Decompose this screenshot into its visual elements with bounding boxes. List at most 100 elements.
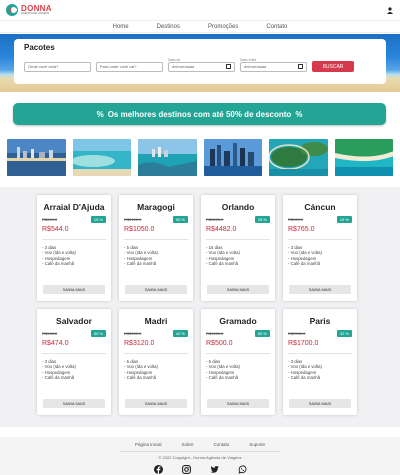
promo-text: Os melhores destinos com até 50% de desc… [107,109,292,119]
package-name: Cáncun [304,202,336,212]
feature-item: - Café da manhã [206,261,239,267]
saiba-mais-button[interactable]: SAIBA MAIS [289,285,351,294]
whatsapp-icon[interactable] [238,465,247,474]
discount-badge: 50 % [254,330,270,337]
divider [42,239,106,240]
user-icon[interactable] [386,6,394,14]
divider [124,239,188,240]
main-nav: Home Destinos Promoções Contato [0,20,400,33]
nav-contato[interactable]: Contato [252,21,301,32]
divider [206,353,270,354]
old-price: R$640.0 [42,217,58,222]
package-name: Orlando [221,202,255,212]
package-card[interactable]: Salvador R$948.0 50 % R$474.0 - 3 dias -… [37,309,111,415]
package-name: Madri [144,316,168,326]
package-price: R$500.0 [206,340,233,347]
feature-item: - Café da manhã [42,261,75,267]
origin-input[interactable]: Onde você está? [24,61,91,72]
package-card[interactable]: Maragogi R$2100.0 50 % R$1050.0 - 5 dias… [119,195,193,301]
discount-badge: 15 % [336,216,352,223]
top-header: DONNA AGÊNCIA DE VIAGENS [0,0,400,20]
discount-badge: 50 % [172,216,188,223]
hero-banner: Pacotes Onde você está? Para onde você v… [0,34,400,92]
twitter-icon[interactable] [209,465,219,474]
destination-input[interactable]: Para onde você vai? [96,61,163,72]
packages-section: Arraial D'Ajuda R$640.0 15 % R$544.0 - 3… [0,187,400,427]
old-price: R$5200.0 [124,331,142,336]
nav-promocoes[interactable]: Promoções [194,21,252,32]
old-price: R$948.0 [42,331,58,336]
package-price: R$544.0 [42,226,69,233]
footer-divider [120,451,280,452]
return-label: Data Volta [240,57,257,62]
saiba-mais-button[interactable]: SAIBA MAIS [207,285,269,294]
nav-home[interactable]: Home [99,21,143,32]
gallery-photo[interactable] [334,139,393,176]
package-card[interactable]: Paris R$2500.0 32 % R$1700.0 - 3 dias - … [283,309,357,415]
percent-icon: % [295,109,303,119]
feature-item: - Café da manhã [124,261,157,267]
old-price: R$2100.0 [124,217,142,222]
departure-date-input[interactable]: dd/mm/aaaa [168,61,235,72]
package-name: Maragogi [137,202,175,212]
divider [124,353,188,354]
saiba-mais-button[interactable]: SAIBA MAIS [43,399,105,408]
nav-destinos[interactable]: Destinos [143,21,194,32]
percent-icon: % [96,109,104,119]
instagram-icon[interactable] [181,465,191,474]
brand-logo[interactable]: DONNA AGÊNCIA DE VIAGENS [6,4,52,16]
calendar-icon[interactable] [226,64,231,69]
package-price: R$3120.0 [124,340,155,347]
gallery-photo[interactable] [7,139,66,176]
package-card[interactable]: Orlando R$6225.0 28 % R$4482.0 - 16 dias… [201,195,275,301]
package-price: R$474.0 [42,340,69,347]
search-title: Pacotes [24,43,55,52]
search-button[interactable]: BUSCAR [312,61,354,72]
site-footer: Página inicial Sobre Contato Suporte © 2… [0,437,400,475]
footer-link-home[interactable]: Página inicial [135,442,162,447]
package-card[interactable]: Gramado R$1000.0 50 % R$500.0 - 6 dias -… [201,309,275,415]
divider [42,353,106,354]
package-name: Salvador [56,316,92,326]
package-price: R$1050.0 [124,226,155,233]
feature-item: - Café da manhã [42,375,75,381]
footer-link-about[interactable]: Sobre [181,442,193,447]
facebook-icon[interactable] [153,465,163,474]
saiba-mais-button[interactable]: SAIBA MAIS [207,399,269,408]
old-price: R$900.0 [288,217,304,222]
calendar-icon[interactable] [298,64,303,69]
package-price: R$765.0 [288,226,315,233]
return-date-input[interactable]: dd/mm/aaaa [240,61,307,72]
discount-badge: 28 % [254,216,270,223]
divider [288,353,352,354]
package-card[interactable]: Arraial D'Ajuda R$640.0 15 % R$544.0 - 3… [37,195,111,301]
footer-link-support[interactable]: Suporte [249,442,265,447]
old-price: R$6225.0 [206,217,224,222]
gallery-photo[interactable] [138,139,197,176]
logo-icon [6,4,18,16]
gallery-photo[interactable] [72,139,131,176]
brand-subtitle: AGÊNCIA DE VIAGENS [21,11,50,15]
discount-badge: 50 % [90,330,106,337]
divider [206,239,270,240]
feature-item: - Café da manhã [288,261,321,267]
package-name: Arraial D'Ajuda [43,202,105,212]
feature-item: - Café da manhã [124,375,157,381]
destination-gallery [7,139,393,176]
promo-banner[interactable]: % Os melhores destinos com até 50% de de… [13,103,386,125]
saiba-mais-button[interactable]: SAIBA MAIS [43,285,105,294]
discount-badge: 32 % [336,330,352,337]
old-price: R$2500.0 [288,331,306,336]
saiba-mais-button[interactable]: SAIBA MAIS [289,399,351,408]
saiba-mais-button[interactable]: SAIBA MAIS [125,285,187,294]
old-price: R$1000.0 [206,331,224,336]
package-card[interactable]: Madri R$5200.0 40 % R$3120.0 - 5 dias - … [119,309,193,415]
discount-badge: 40 % [172,330,188,337]
search-card: Pacotes Onde você está? Para onde você v… [14,39,386,84]
gallery-photo[interactable] [269,139,328,176]
footer-link-contact[interactable]: Contato [214,442,230,447]
gallery-photo[interactable] [203,139,262,176]
discount-badge: 15 % [90,216,106,223]
saiba-mais-button[interactable]: SAIBA MAIS [125,399,187,408]
package-card[interactable]: Cáncun R$900.0 15 % R$765.0 - 3 dias - V… [283,195,357,301]
